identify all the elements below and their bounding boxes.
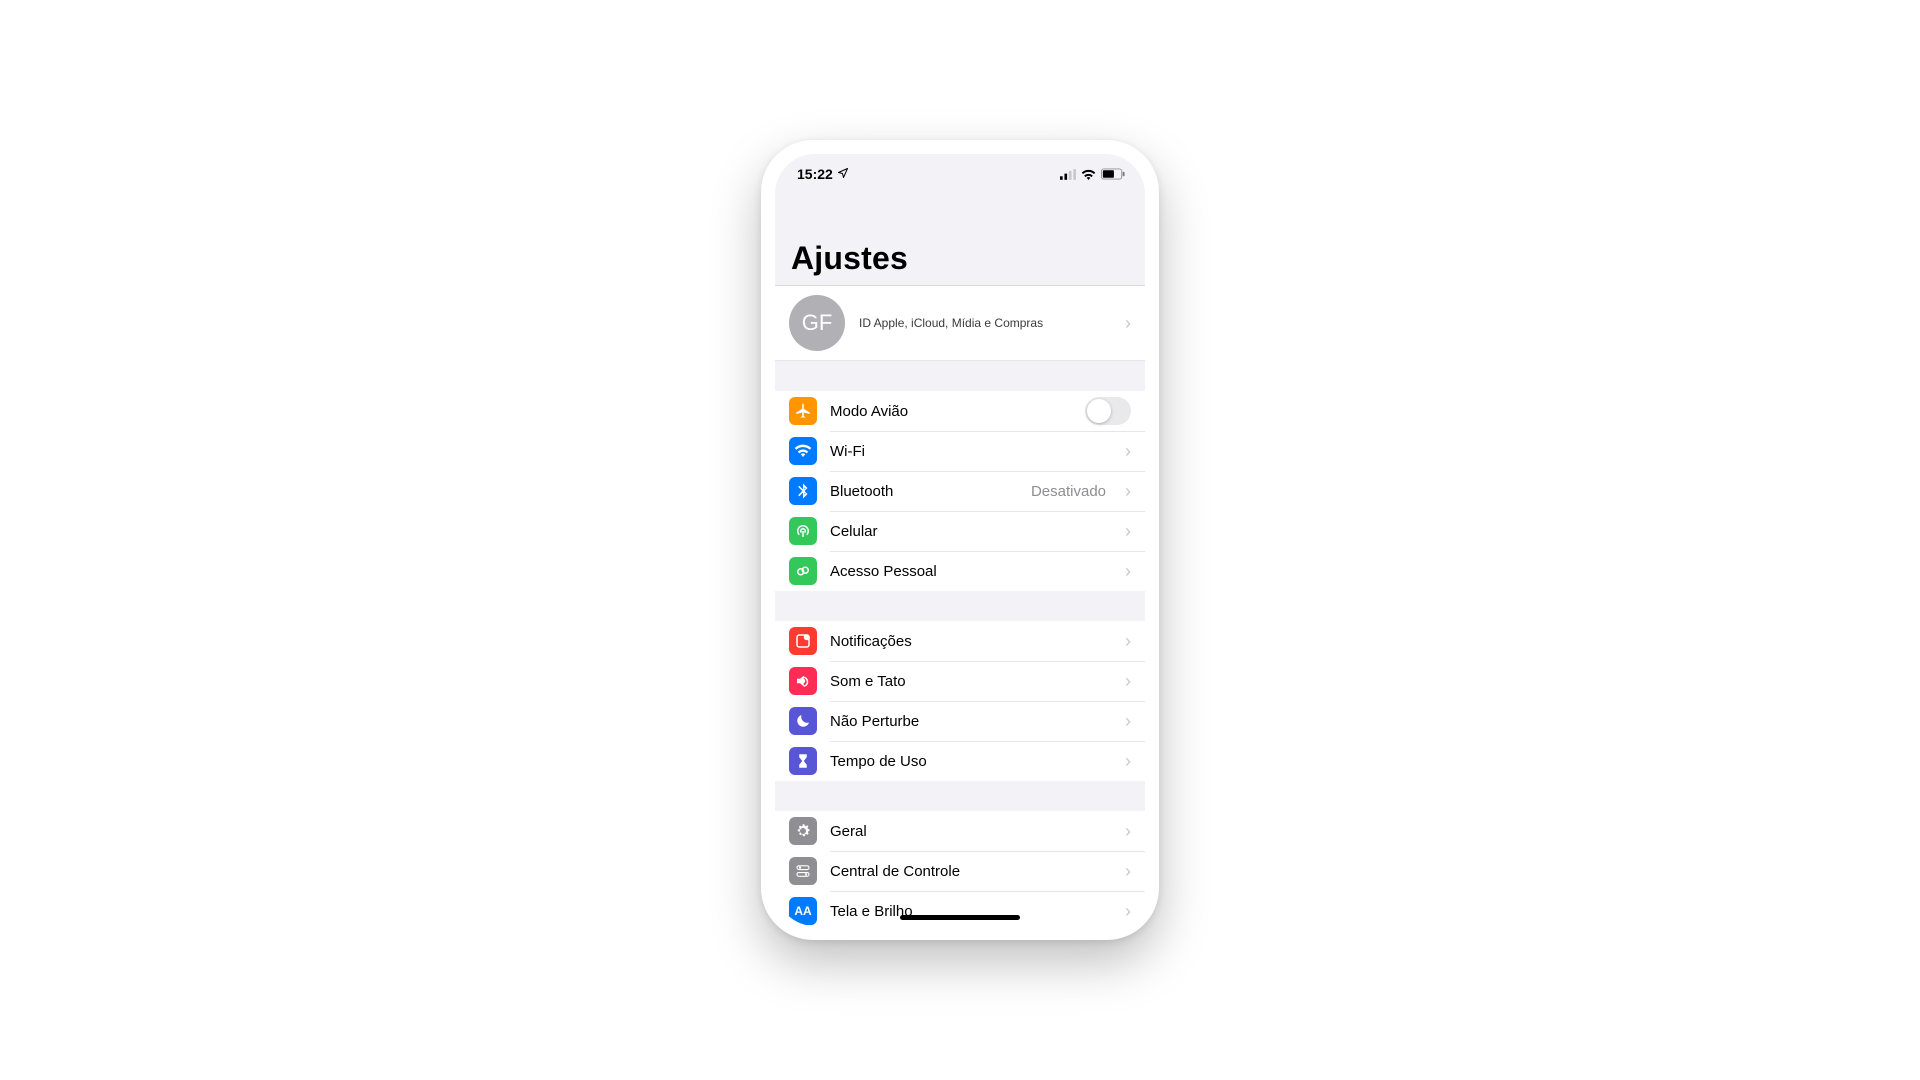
row-label: Som e Tato xyxy=(830,673,1112,690)
chevron-right-icon: › xyxy=(1125,442,1131,460)
status-bar: 15:22 xyxy=(775,154,1145,194)
airplane-icon xyxy=(789,397,817,425)
page-header: Ajustes xyxy=(775,194,1145,286)
group-notifications: Notificações › Som e Tato › Nã xyxy=(775,621,1145,781)
status-time: 15:22 xyxy=(797,166,833,182)
avatar-initials: GF xyxy=(802,310,833,336)
row-label: Notificações xyxy=(830,633,1112,650)
phone-frame: 15:22 xyxy=(761,140,1159,940)
row-notifications[interactable]: Notificações › xyxy=(775,621,1145,661)
moon-icon xyxy=(789,707,817,735)
chevron-right-icon: › xyxy=(1125,314,1131,332)
notification-icon xyxy=(789,627,817,655)
chevron-right-icon: › xyxy=(1125,522,1131,540)
hotspot-icon xyxy=(789,557,817,585)
settings-list[interactable]: GF ID Apple, iCloud, Mídia e Compras › M… xyxy=(775,286,1145,926)
row-label: Acesso Pessoal xyxy=(830,563,1112,580)
group-connectivity: Modo Avião Wi-Fi › Bluetooth xyxy=(775,391,1145,591)
battery-icon xyxy=(1101,168,1125,180)
row-general[interactable]: Geral › xyxy=(775,811,1145,851)
home-indicator[interactable] xyxy=(900,915,1020,920)
chevron-right-icon: › xyxy=(1125,822,1131,840)
speaker-icon xyxy=(789,667,817,695)
wifi-settings-icon xyxy=(789,437,817,465)
wifi-icon xyxy=(1081,169,1096,180)
airplane-toggle[interactable] xyxy=(1085,397,1131,425)
avatar: GF xyxy=(789,295,845,351)
row-sounds[interactable]: Som e Tato › xyxy=(775,661,1145,701)
chevron-right-icon: › xyxy=(1125,902,1131,920)
chevron-right-icon: › xyxy=(1125,712,1131,730)
status-left: 15:22 xyxy=(797,166,849,182)
switches-icon xyxy=(789,857,817,885)
profile-text: ID Apple, iCloud, Mídia e Compras xyxy=(859,316,1111,330)
chevron-right-icon: › xyxy=(1125,632,1131,650)
section-gap xyxy=(775,591,1145,621)
row-airplane-mode[interactable]: Modo Avião xyxy=(775,391,1145,431)
row-hotspot[interactable]: Acesso Pessoal › xyxy=(775,551,1145,591)
row-display-brightness[interactable]: AA Tela e Brilho › xyxy=(775,891,1145,926)
section-gap xyxy=(775,781,1145,811)
location-services-icon xyxy=(837,166,849,182)
profile-subtitle: ID Apple, iCloud, Mídia e Compras xyxy=(859,316,1111,330)
cellular-signal-icon xyxy=(1060,169,1076,180)
row-screen-time[interactable]: Tempo de Uso › xyxy=(775,741,1145,781)
row-do-not-disturb[interactable]: Não Perturbe › xyxy=(775,701,1145,741)
phone-screen: 15:22 xyxy=(775,154,1145,926)
bluetooth-icon xyxy=(789,477,817,505)
hourglass-icon xyxy=(789,747,817,775)
row-control-center[interactable]: Central de Controle › xyxy=(775,851,1145,891)
page-title: Ajustes xyxy=(791,240,1129,277)
row-label: Geral xyxy=(830,823,1112,840)
row-cellular[interactable]: Celular › xyxy=(775,511,1145,551)
row-label: Não Perturbe xyxy=(830,713,1112,730)
chevron-right-icon: › xyxy=(1125,752,1131,770)
group-general: Geral › Central de Controle › AA xyxy=(775,811,1145,926)
row-wifi[interactable]: Wi-Fi › xyxy=(775,431,1145,471)
text-size-icon: AA xyxy=(789,897,817,925)
row-label: Wi-Fi xyxy=(830,443,1112,460)
chevron-right-icon: › xyxy=(1125,862,1131,880)
chevron-right-icon: › xyxy=(1125,672,1131,690)
status-right xyxy=(1060,168,1125,180)
row-bluetooth[interactable]: Bluetooth Desativado › xyxy=(775,471,1145,511)
row-value: Desativado xyxy=(1031,483,1106,500)
row-label: Celular xyxy=(830,523,1112,540)
chevron-right-icon: › xyxy=(1125,562,1131,580)
section-gap xyxy=(775,361,1145,391)
row-label: Modo Avião xyxy=(830,403,1072,420)
chevron-right-icon: › xyxy=(1125,482,1131,500)
row-label: Tempo de Uso xyxy=(830,753,1112,770)
apple-id-row[interactable]: GF ID Apple, iCloud, Mídia e Compras › xyxy=(775,286,1145,361)
antenna-icon xyxy=(789,517,817,545)
row-label: Central de Controle xyxy=(830,863,1112,880)
gear-icon xyxy=(789,817,817,845)
row-label: Bluetooth xyxy=(830,483,1018,500)
